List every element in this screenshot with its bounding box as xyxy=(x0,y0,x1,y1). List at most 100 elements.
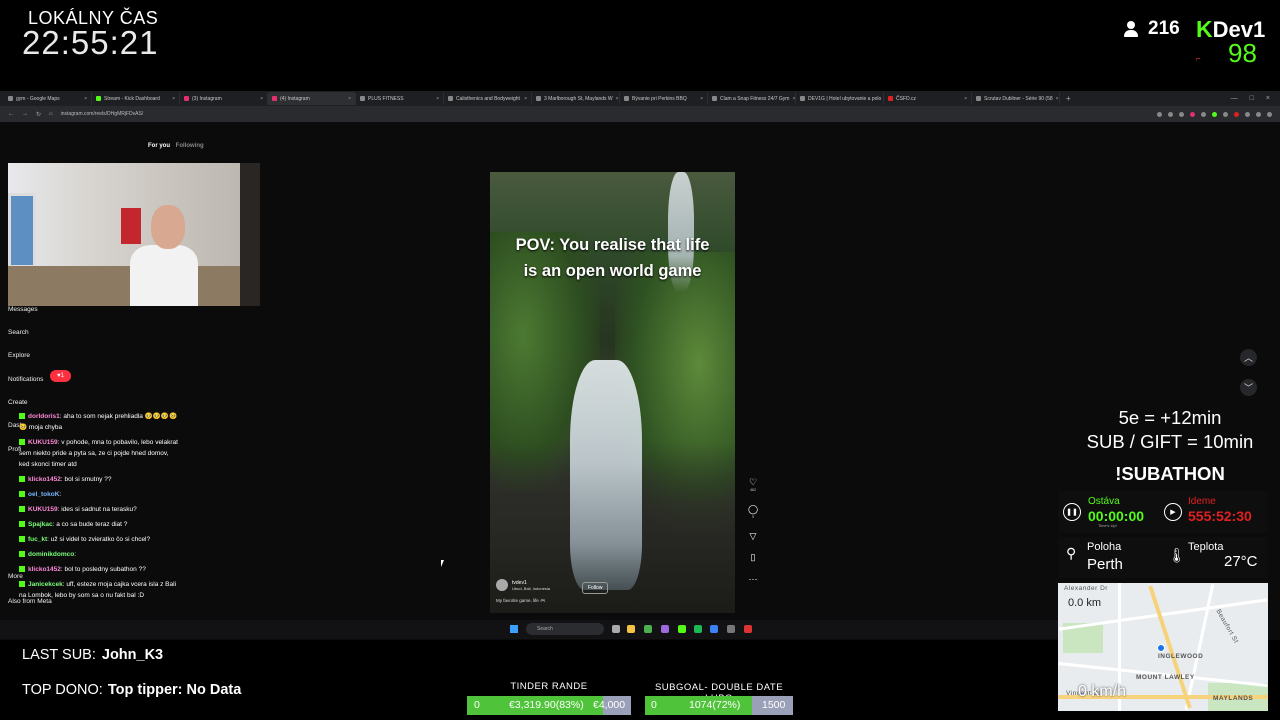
reload-icon[interactable]: ↻ xyxy=(36,111,41,118)
tab-favicon-icon xyxy=(360,96,365,101)
obs-icon[interactable] xyxy=(744,625,752,633)
tab-following[interactable]: Following xyxy=(176,143,204,149)
close-icon[interactable]: × xyxy=(524,96,527,102)
close-icon[interactable]: × xyxy=(436,96,439,102)
close-icon[interactable]: × xyxy=(616,96,619,102)
local-time-value: 22:55:21 xyxy=(22,24,159,61)
save-bookmark-icon[interactable]: ▯ xyxy=(747,552,759,563)
close-icon[interactable]: × xyxy=(348,96,351,102)
chat-message: dominikdomco: xyxy=(19,549,179,560)
close-icon[interactable]: × xyxy=(260,96,263,102)
like-icon[interactable]: ♡ xyxy=(747,477,759,488)
bookmark-star-icon[interactable] xyxy=(1179,111,1184,117)
home-icon[interactable]: ⌂ xyxy=(49,111,53,117)
close-icon[interactable]: × xyxy=(172,96,175,102)
chrome-icon[interactable] xyxy=(644,625,652,633)
tab-label: Bývanie pri Perkins BBQ xyxy=(632,95,687,102)
nav-search[interactable]: Search xyxy=(8,329,29,336)
avatar[interactable] xyxy=(496,579,508,591)
comment-icon[interactable]: ◯ xyxy=(747,504,759,515)
close-icon[interactable]: × xyxy=(84,96,87,102)
app-icon[interactable] xyxy=(661,625,669,633)
browser-tab[interactable]: (3) Instagram × xyxy=(180,92,268,105)
chat-message: fuc_kt: už si videl to zvieratko čo si c… xyxy=(19,534,179,545)
close-icon[interactable]: × xyxy=(1056,96,1059,102)
settings-icon[interactable] xyxy=(727,625,735,633)
tab-label: (4) Instagram xyxy=(280,95,310,102)
browser-tab-active[interactable]: (4) Instagram × xyxy=(268,92,356,105)
reel-video[interactable]: POV: You realise that life is an open wo… xyxy=(490,172,735,613)
kick-app-icon[interactable] xyxy=(678,625,686,633)
extension-icon[interactable] xyxy=(1201,111,1206,117)
url-field[interactable]: instagram.com/reels/DHgMRjFDvAS/ xyxy=(61,111,144,117)
browser-tab[interactable]: Clam a Snap Fitness 24/7 Gym × xyxy=(708,92,796,105)
new-tab-button[interactable]: + xyxy=(1066,94,1071,103)
close-window-icon[interactable]: × xyxy=(1266,95,1270,102)
extension-icon[interactable] xyxy=(1212,111,1217,117)
close-icon[interactable]: × xyxy=(792,96,795,102)
goal-target: 1500 xyxy=(762,699,786,711)
map-label-mount-lawley: MOUNT LAWLEY xyxy=(1136,674,1195,681)
reel-navigation: ︿ ﹀ xyxy=(1240,349,1257,409)
reel-location[interactable]: Ubud, Bali, Indonesia xyxy=(512,586,550,591)
close-icon[interactable]: × xyxy=(964,96,967,102)
browser-tab[interactable]: Bývanie pri Perkins BBQ × xyxy=(620,92,708,105)
temperature-label: Teplota xyxy=(1188,541,1224,553)
menu-icon[interactable] xyxy=(1267,111,1272,117)
task-view-icon[interactable] xyxy=(612,625,620,633)
chat-message: klicko1452: bol si smutny ?? xyxy=(19,474,179,485)
browser-tab[interactable]: Scrutav Dubliner - Série 90 (58 × xyxy=(972,92,1060,105)
webcam-feed xyxy=(8,163,260,306)
forward-icon[interactable]: → xyxy=(22,111,28,117)
maximize-icon[interactable]: □ xyxy=(1250,95,1254,102)
browser-tab[interactable]: ČSFD.cz × xyxy=(884,92,972,105)
tab-for-you[interactable]: For you xyxy=(148,143,170,149)
browser-tab[interactable]: 3 Marlborough St, Maylands W × xyxy=(532,92,620,105)
tab-label: Calisthenics and Bodyweight xyxy=(456,95,520,102)
nav-notifications[interactable]: Notifications xyxy=(8,376,43,383)
nav-create[interactable]: Create xyxy=(8,399,28,406)
chevron-down-icon[interactable]: ﹀ xyxy=(1240,379,1257,396)
share-icon[interactable] xyxy=(1168,111,1173,117)
browser-tab[interactable]: PLUS FITNESS × xyxy=(356,92,444,105)
webcam-monitor xyxy=(8,193,36,268)
subathon-title: !SUBATHON xyxy=(1115,463,1225,484)
browser-tab[interactable]: Stream - Kick Dashboard × xyxy=(92,92,180,105)
kick-badge-icon xyxy=(19,566,25,573)
reel-owner[interactable]: tvdev1 Ubud, Bali, Indonesia xyxy=(496,579,550,591)
browser-tab[interactable]: gym - Google Maps × xyxy=(4,92,92,105)
tab-label: ČSFD.cz xyxy=(896,95,916,102)
close-icon[interactable]: × xyxy=(700,96,703,102)
extension-icon[interactable] xyxy=(1190,111,1195,117)
tab-favicon-icon xyxy=(272,96,277,101)
windows-start-icon[interactable] xyxy=(510,625,518,633)
kick-badge-icon xyxy=(19,413,25,420)
profile-icon[interactable] xyxy=(1256,111,1261,117)
browser-tab[interactable]: DEV1G | Hotel ubytovanie a polo× xyxy=(796,92,884,105)
back-icon[interactable]: ← xyxy=(8,111,14,117)
zoom-icon[interactable] xyxy=(1157,111,1162,117)
share-send-icon[interactable]: ▽ xyxy=(747,531,759,542)
last-sub-label: LAST SUB: xyxy=(22,647,96,663)
kick-badge-icon xyxy=(19,476,25,483)
browser-tab[interactable]: Calisthenics and Bodyweight × xyxy=(444,92,532,105)
more-options-icon[interactable]: ⋯ xyxy=(747,574,759,585)
file-explorer-icon[interactable] xyxy=(627,625,635,633)
remaining-label: Ostáva xyxy=(1088,496,1120,507)
extension-icon[interactable] xyxy=(1223,111,1228,117)
goal-title-tinder: TINDER RANDE xyxy=(510,681,588,692)
nav-messages[interactable]: Messages xyxy=(8,306,38,313)
app-icon[interactable] xyxy=(710,625,718,633)
spotify-icon[interactable] xyxy=(694,625,702,633)
nav-explore[interactable]: Explore xyxy=(8,352,30,359)
tab-favicon-icon xyxy=(8,96,13,101)
taskbar-search[interactable]: Search xyxy=(526,623,604,635)
extension-icon[interactable] xyxy=(1245,111,1250,117)
map-label-maylands: MAYLANDS xyxy=(1213,695,1254,702)
chevron-up-icon[interactable]: ︿ xyxy=(1240,349,1257,366)
kick-badge-icon xyxy=(19,551,25,558)
chat-message: KUKU159: v pohode, mna to pobavilo, lebo… xyxy=(19,437,179,470)
minimize-icon[interactable]: — xyxy=(1231,95,1238,102)
extension-icon[interactable] xyxy=(1234,111,1239,117)
follow-button[interactable]: Follow xyxy=(582,582,609,594)
